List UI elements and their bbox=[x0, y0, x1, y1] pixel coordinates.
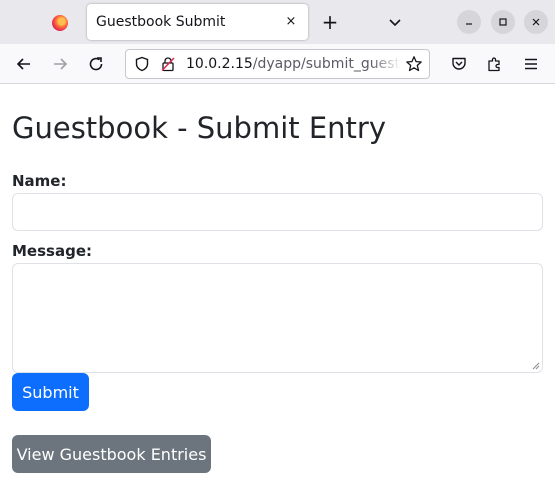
view-guestbook-entries-button[interactable]: View Guestbook Entries bbox=[12, 435, 211, 473]
new-tab-button[interactable]: + bbox=[318, 10, 342, 34]
name-input[interactable] bbox=[12, 193, 543, 231]
pocket-icon[interactable] bbox=[447, 52, 471, 76]
tab-title: Guestbook Submit bbox=[96, 14, 226, 30]
minimize-window-button[interactable] bbox=[457, 10, 481, 34]
tab-close-icon[interactable]: × bbox=[282, 12, 300, 30]
back-arrow-icon[interactable] bbox=[12, 52, 36, 76]
page-title: Guestbook - Submit Entry bbox=[12, 111, 387, 145]
tab-guestbook-submit[interactable]: Guestbook Submit × bbox=[87, 4, 308, 40]
close-window-button[interactable] bbox=[524, 10, 548, 34]
name-label: Name: bbox=[12, 172, 67, 190]
submit-button[interactable]: Submit bbox=[12, 373, 89, 411]
extensions-puzzle-icon[interactable] bbox=[483, 52, 507, 76]
maximize-window-button[interactable] bbox=[491, 10, 515, 34]
hamburger-menu-icon[interactable] bbox=[519, 52, 543, 76]
url-fade bbox=[371, 50, 401, 78]
resize-grip-icon[interactable] bbox=[530, 360, 540, 370]
tracking-protection-shield-icon[interactable] bbox=[134, 56, 150, 72]
url-bar[interactable]: 10.0.2.15/dyapp/submit_guest bbox=[125, 49, 430, 79]
tab-strip: Guestbook Submit × + bbox=[0, 0, 555, 44]
bookmark-star-icon[interactable] bbox=[405, 55, 423, 73]
firefox-view-tab[interactable] bbox=[40, 8, 80, 38]
list-all-tabs-chevron-down-icon[interactable] bbox=[383, 10, 407, 34]
reload-icon[interactable] bbox=[84, 52, 108, 76]
url-host: 10.0.2.15 bbox=[186, 56, 253, 72]
insecure-lock-icon[interactable] bbox=[160, 56, 176, 72]
firefox-logo-icon bbox=[52, 15, 68, 31]
navigation-toolbar: 10.0.2.15/dyapp/submit_guest bbox=[0, 44, 555, 84]
message-textarea[interactable] bbox=[12, 263, 543, 373]
url-text[interactable]: 10.0.2.15/dyapp/submit_guest bbox=[186, 56, 400, 72]
forward-arrow-icon[interactable] bbox=[48, 52, 72, 76]
message-label: Message: bbox=[12, 242, 92, 260]
